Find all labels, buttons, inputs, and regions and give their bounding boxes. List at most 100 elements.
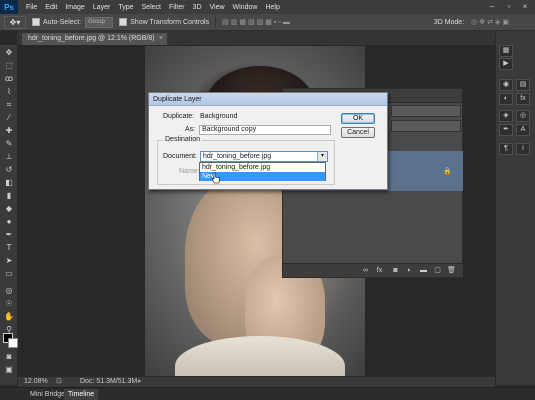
healing-brush-tool-icon[interactable]: ✚ [3, 125, 15, 136]
delete-layer-icon[interactable]: 🗑 [447, 266, 456, 275]
move-tool-icon[interactable]: ✥ [3, 47, 15, 58]
new-group-icon[interactable]: ▬ [419, 266, 428, 275]
crop-tool-icon[interactable]: ⌗ [3, 99, 15, 110]
zoom-level[interactable]: 12.08% [24, 377, 48, 387]
document-tab[interactable]: hdr_toning_before.jpg @ 12.1% (RGB/8) × [22, 33, 167, 45]
document-select[interactable]: hdr_toning_before.jpg ▾ [200, 151, 328, 162]
menu-layer[interactable]: Layer [93, 4, 111, 11]
dodge-tool-icon[interactable]: ● [3, 216, 15, 227]
layers-panel-icon[interactable]: ◈ [499, 110, 513, 122]
tab-timeline[interactable]: Timeline [64, 389, 99, 400]
character-panel-icon[interactable]: A [516, 124, 530, 136]
lock-icon: 🔒 [443, 168, 452, 175]
shape-tool-icon[interactable]: ▭ [3, 268, 15, 279]
quick-mask-icon[interactable]: ◙ [3, 351, 15, 362]
history-brush-tool-icon[interactable]: ↺ [3, 164, 15, 175]
3d-mode-label: 3D Mode: [433, 18, 465, 26]
swatches-panel-icon[interactable]: ▤ [516, 79, 530, 91]
menu-type[interactable]: Type [118, 4, 133, 11]
photoshop-window: Ps File Edit Image Layer Type Select Fil… [0, 0, 535, 400]
new-layer-icon[interactable]: ▢ [433, 266, 442, 275]
as-name-input[interactable]: Background copy [199, 125, 331, 135]
brush-tool-icon[interactable]: ✎ [3, 138, 15, 149]
menu-bar: Ps File Edit Image Layer Type Select Fil… [0, 0, 535, 14]
adjustments-panel-icon[interactable]: ◐ [499, 93, 513, 105]
3d-mode-icons[interactable]: ◎✥⇄◈▣ [471, 18, 511, 26]
menu-window[interactable]: Window [233, 4, 258, 11]
gradient-tool-icon[interactable]: ▮ [3, 190, 15, 201]
dialog-title: Duplicate Layer [149, 93, 387, 106]
clone-stamp-tool-icon[interactable]: ⊥ [3, 151, 15, 162]
layer-style-icon[interactable]: fx [375, 266, 384, 275]
show-transform-checkbox[interactable] [119, 18, 128, 26]
photoshop-logo: Ps [0, 0, 18, 14]
align-icons[interactable]: ▤▥▦▧▨▩▪▫▬ [222, 18, 292, 26]
export-icon[interactable]: ⊡ [56, 377, 62, 387]
auto-select-checkbox[interactable] [32, 18, 40, 26]
minimize-icon[interactable]: – [486, 1, 498, 12]
restore-icon[interactable]: ▫ [503, 1, 515, 12]
actions-panel-icon[interactable]: ▶ [499, 58, 513, 70]
blur-tool-icon[interactable]: ◆ [3, 203, 15, 214]
marquee-tool-icon[interactable]: ⬚ [3, 60, 15, 71]
menu-edit[interactable]: Edit [45, 4, 57, 11]
layers-panel-control[interactable] [391, 105, 461, 117]
quick-select-tool-icon[interactable]: ⌇ [3, 86, 15, 97]
options-bar: ✥▾ Auto-Select: Group Show Transform Con… [0, 14, 535, 31]
as-label: As: [185, 126, 196, 133]
tab-mini-bridge[interactable]: Mini Bridge [26, 389, 69, 400]
duplicate-label: Duplicate: [163, 113, 195, 120]
eyedropper-tool-icon[interactable]: ⁄ [3, 112, 15, 123]
link-layers-icon[interactable]: ∞ [361, 266, 370, 275]
menu-select[interactable]: Select [142, 4, 161, 11]
close-tab-icon[interactable]: × [159, 33, 163, 45]
background-color-swatch[interactable] [8, 338, 18, 348]
cancel-button[interactable]: Cancel [341, 127, 375, 138]
screen-mode-icon[interactable]: ▣ [3, 364, 15, 375]
eraser-tool-icon[interactable]: ◧ [3, 177, 15, 188]
layers-panel-control-2[interactable] [391, 120, 461, 132]
close-icon[interactable]: × [519, 1, 531, 12]
show-transform-label: Show Transform Controls [130, 18, 210, 26]
hand-tool-icon[interactable]: ✋ [3, 311, 15, 322]
add-mask-icon[interactable]: ◙ [391, 266, 400, 275]
styles-panel-icon[interactable]: fx [516, 93, 530, 105]
bottom-panel-tabs: Mini Bridge Timeline [0, 387, 535, 400]
lasso-tool-icon[interactable]: ꝏ [3, 73, 15, 84]
status-menu-icon[interactable]: ▸ [138, 377, 142, 387]
channels-panel-icon[interactable]: ◎ [516, 110, 530, 122]
color-panel-icon[interactable]: ◉ [499, 79, 513, 91]
menu-filter[interactable]: Filter [169, 4, 185, 11]
3d-rotate-tool-icon[interactable]: ◎ [3, 285, 15, 296]
options-separator [215, 16, 217, 28]
document-tab-title: hdr_toning_before.jpg @ 12.1% (RGB/8) [28, 35, 155, 42]
paragraph-panel-icon[interactable]: ¶ [499, 143, 513, 155]
menu-file[interactable]: File [26, 4, 37, 11]
document-select-value: hdr_toning_before.jpg [203, 153, 272, 160]
3d-camera-tool-icon[interactable]: ☉ [3, 298, 15, 309]
destination-label: Destination [163, 136, 203, 143]
info-panel-icon[interactable]: i [516, 143, 530, 155]
pen-tool-icon[interactable]: ✒ [3, 229, 15, 240]
status-bar: 12.08% ⊡ Doc: 51.3M/51.3M ▸ [18, 376, 495, 387]
right-panel-dock: ▦ ▶ ◉ ▤ ◐ fx ◈ ◎ ✒ A ¶ i [495, 31, 535, 385]
auto-select-label: Auto-Select: [43, 18, 82, 26]
menu-3d[interactable]: 3D [193, 4, 202, 11]
auto-select-dropdown[interactable]: Group [85, 16, 114, 28]
menu-help[interactable]: Help [265, 4, 279, 11]
document-label: Document: [163, 153, 197, 160]
dropdown-option-document[interactable]: hdr_toning_before.jpg [200, 163, 325, 172]
type-tool-icon[interactable]: T [3, 242, 15, 253]
document-size: Doc: 51.3M/51.3M [80, 378, 138, 385]
paths-panel-icon[interactable]: ✒ [499, 124, 513, 136]
history-panel-icon[interactable]: ▦ [499, 45, 513, 57]
menu-image[interactable]: Image [65, 4, 84, 11]
ok-button[interactable]: OK [341, 113, 375, 124]
name-label: Name: [179, 168, 200, 175]
move-tool-preset-icon[interactable]: ✥▾ [4, 15, 26, 29]
path-selection-tool-icon[interactable]: ➤ [3, 255, 15, 266]
chevron-down-icon[interactable]: ▾ [317, 152, 327, 161]
menu-view[interactable]: View [210, 4, 225, 11]
adjustment-layer-icon[interactable]: ◐ [405, 266, 414, 275]
layers-panel-footer: ∞ fx ◙ ◐ ▬ ▢ 🗑 [283, 263, 463, 277]
